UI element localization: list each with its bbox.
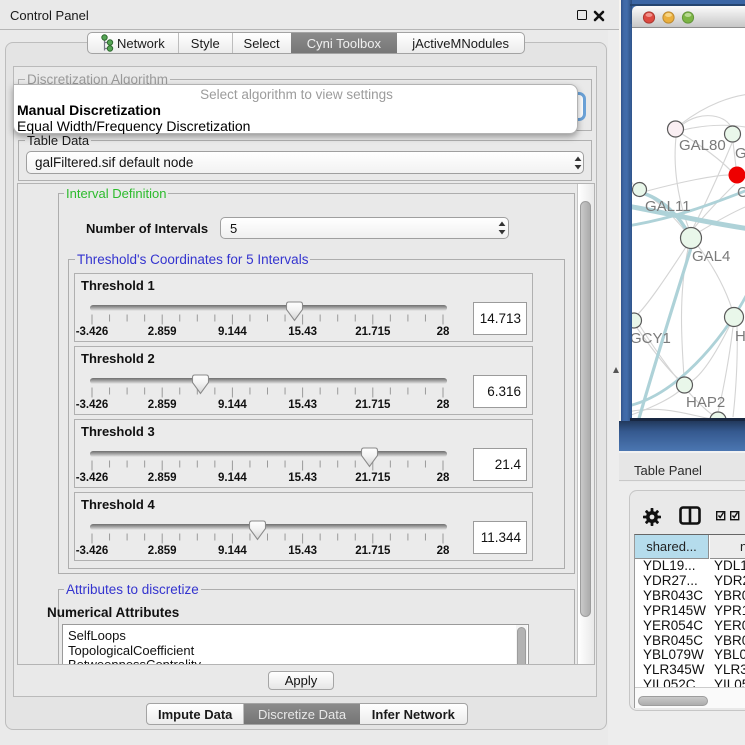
svg-text:HI: HI: [735, 328, 745, 345]
svg-text:GAL11: GAL11: [645, 198, 691, 215]
svg-text:HAP2: HAP2: [686, 394, 725, 411]
svg-text:GAL80: GAL80: [679, 137, 726, 154]
svg-text:GA: GA: [735, 145, 745, 162]
svg-text:CY: CY: [737, 184, 745, 201]
svg-text:GAL4: GAL4: [692, 248, 730, 265]
svg-text:GCY1: GCY1: [632, 330, 671, 347]
